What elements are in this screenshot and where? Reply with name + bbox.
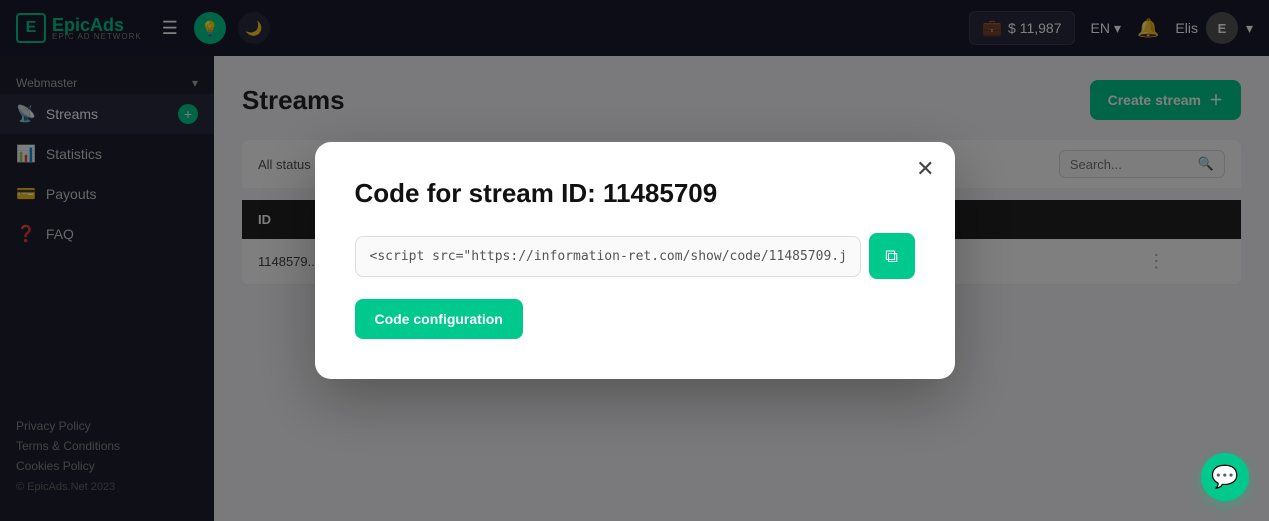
chat-icon: 💬 [1211,464,1238,490]
chat-bubble[interactable]: 💬 [1201,453,1249,501]
modal-close-button[interactable]: ✕ [916,158,934,180]
copy-icon: ⧉ [885,246,898,267]
modal-overlay[interactable]: ✕ Code for stream ID: 11485709 ⧉ Code co… [0,0,1269,521]
code-row: ⧉ [355,233,915,279]
modal: ✕ Code for stream ID: 11485709 ⧉ Code co… [315,142,955,379]
code-configuration-button[interactable]: Code configuration [355,299,523,339]
code-input[interactable] [355,236,861,277]
modal-title: Code for stream ID: 11485709 [355,178,915,209]
copy-button[interactable]: ⧉ [869,233,915,279]
